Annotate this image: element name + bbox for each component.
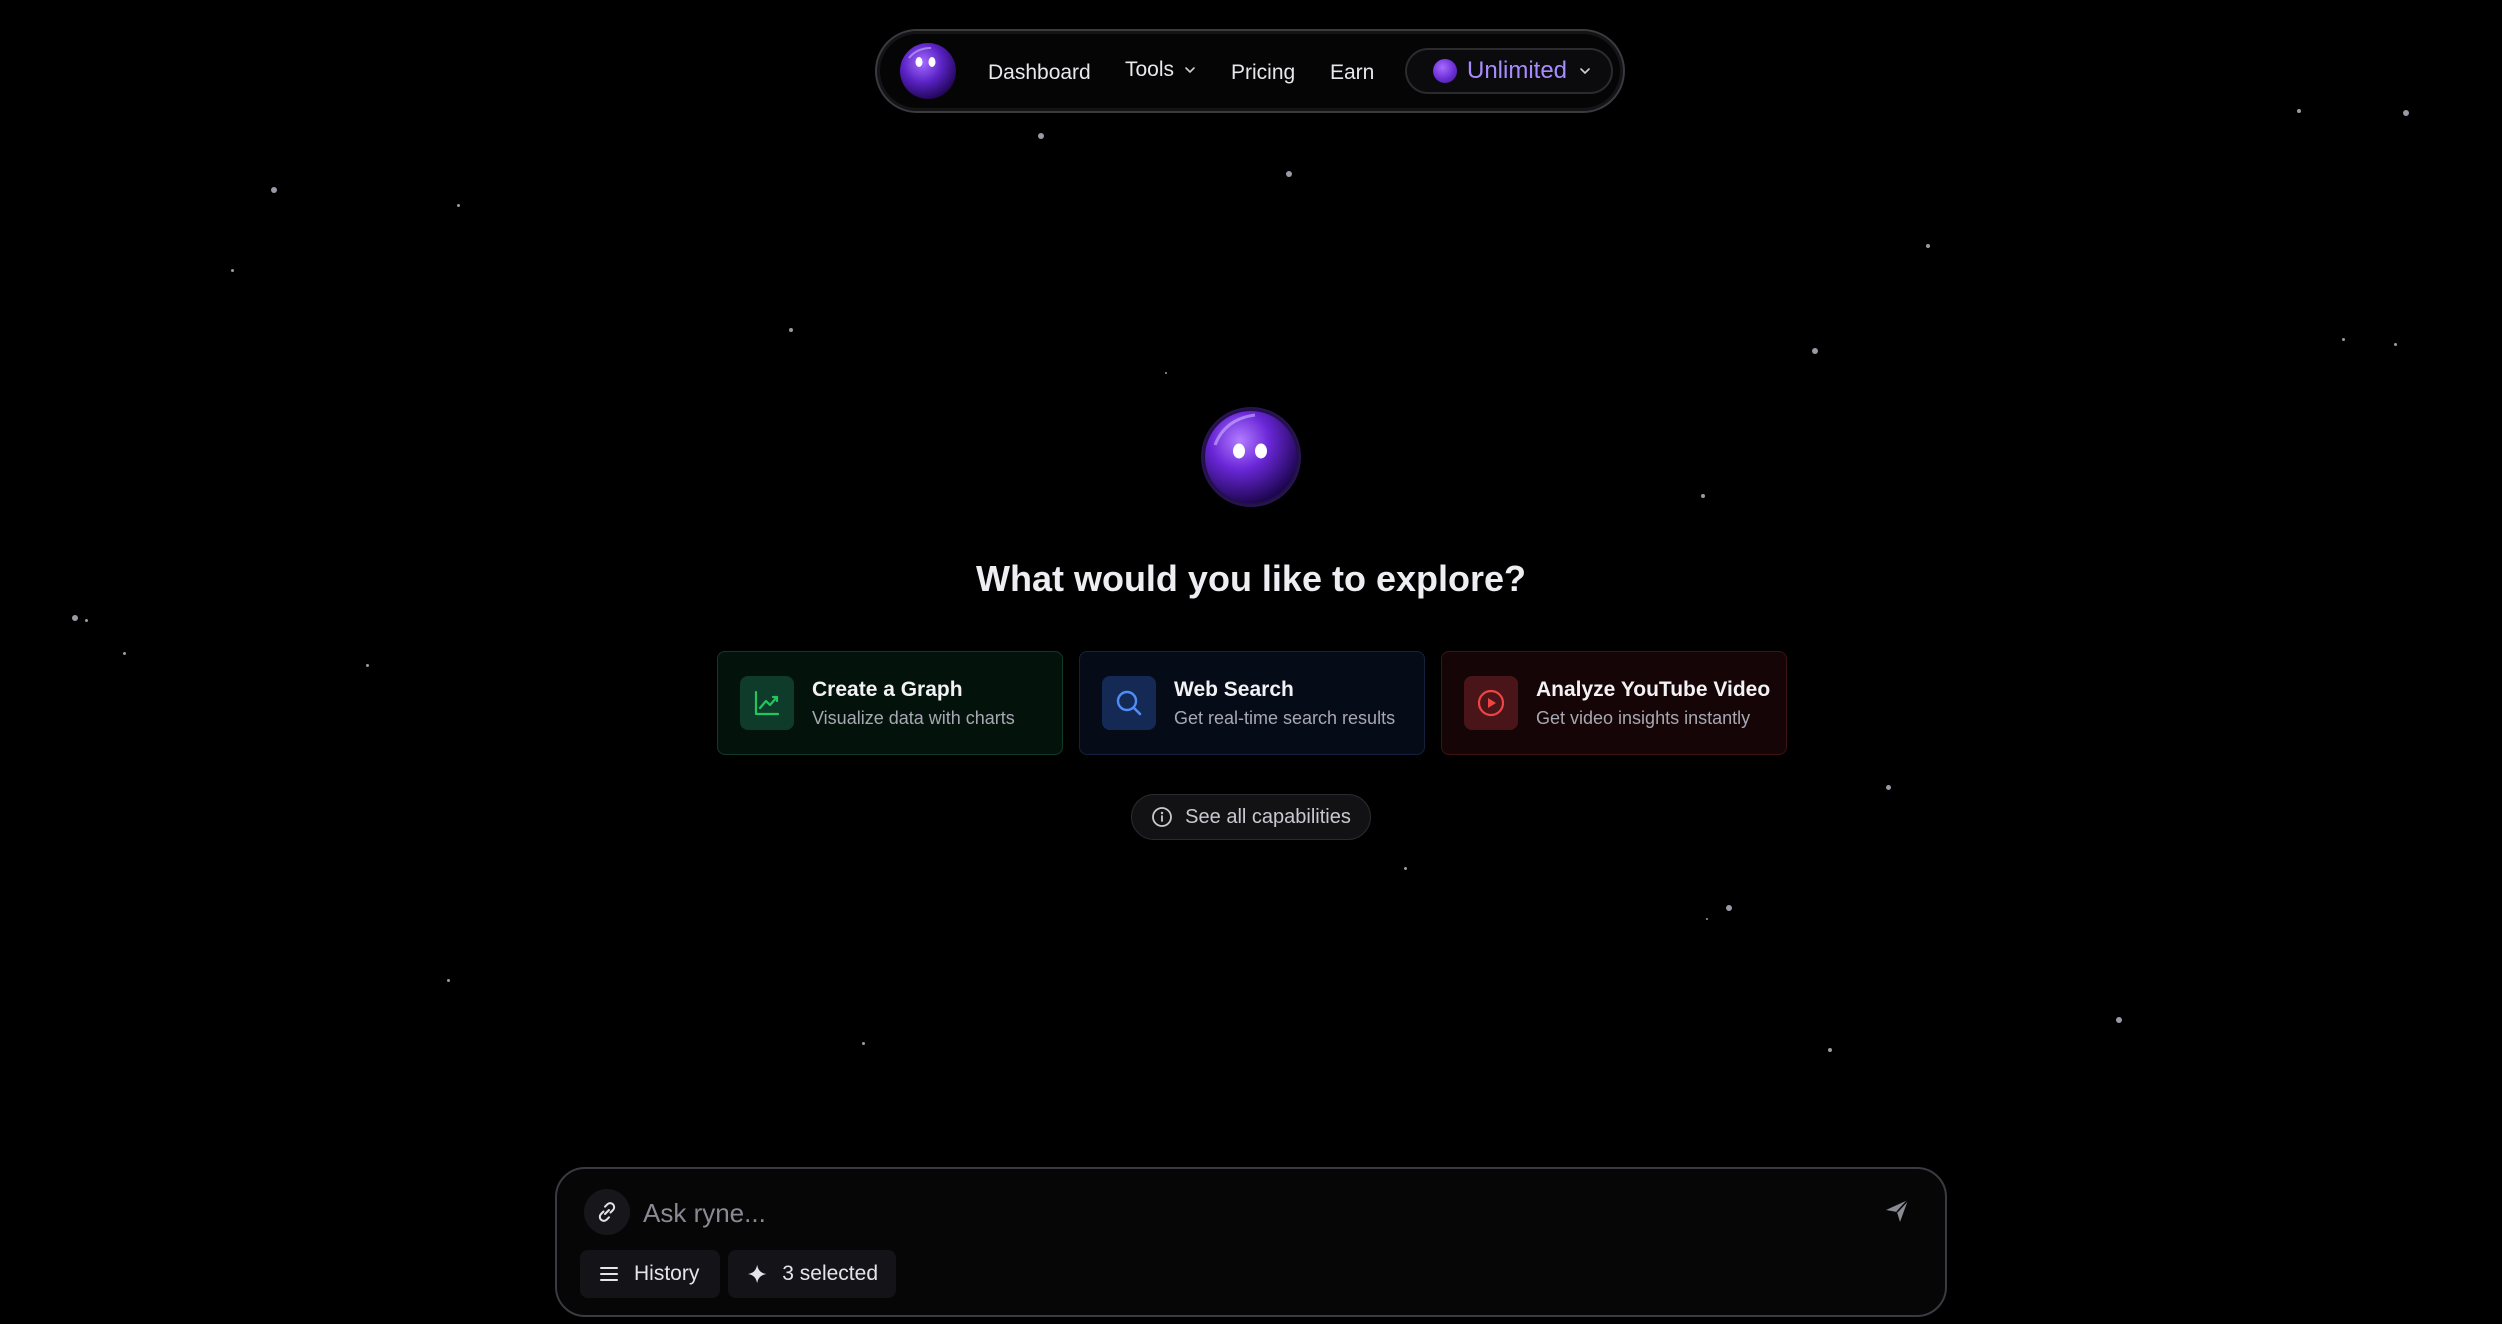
top-nav: Dashboard Tools Pricing Earn Unlimited — [875, 29, 1625, 113]
card-subtitle: Get video insights instantly — [1536, 707, 1751, 728]
card-subtitle: Get real-time search results — [1174, 707, 1396, 728]
info-icon — [1152, 807, 1173, 827]
link-icon — [598, 1202, 616, 1222]
sparkle-icon — [747, 1264, 767, 1284]
card-subtitle: Visualize data with charts — [812, 707, 1015, 728]
history-label: History — [634, 1262, 700, 1285]
card-title: Create a Graph — [812, 677, 963, 701]
history-button[interactable]: History — [580, 1250, 720, 1298]
send-button[interactable] — [1879, 1193, 1915, 1229]
plan-dropdown[interactable]: Unlimited — [1405, 48, 1613, 94]
card-title: Analyze YouTube Video — [1536, 677, 1771, 701]
plan-orb-icon — [1433, 59, 1457, 83]
plan-label: Unlimited — [1467, 57, 1568, 84]
chevron-down-icon — [1580, 68, 1590, 75]
play-circle-icon — [1477, 689, 1505, 717]
card-text: Create a Graph Visualize data with chart… — [812, 678, 1015, 729]
nav-tools-label: Tools — [1125, 58, 1175, 81]
analyze-youtube-card[interactable]: Analyze YouTube Video Get video insights… — [1441, 651, 1787, 755]
search-icon — [1116, 690, 1142, 716]
card-icon-box — [1464, 676, 1518, 730]
send-icon — [1886, 1199, 1909, 1222]
ask-input[interactable] — [641, 1191, 1795, 1235]
nav-pricing-link[interactable]: Pricing — [1231, 61, 1295, 85]
tools-selected-button[interactable]: 3 selected — [728, 1250, 896, 1298]
mascot-orb-icon — [1201, 407, 1301, 507]
card-text: Analyze YouTube Video Get video insights… — [1536, 678, 1770, 729]
card-title: Web Search — [1174, 677, 1294, 701]
page: Dashboard Tools Pricing Earn Unlimited W… — [0, 0, 2502, 1324]
chevron-down-icon — [1185, 67, 1195, 74]
menu-lines-icon — [600, 1267, 618, 1281]
nav-tools-dropdown[interactable]: Tools — [1125, 58, 1198, 82]
chat-composer: History 3 selected — [555, 1167, 1947, 1317]
create-graph-card[interactable]: Create a Graph Visualize data with chart… — [717, 651, 1063, 755]
nav-dashboard-link[interactable]: Dashboard — [988, 61, 1091, 85]
nav-earn-link[interactable]: Earn — [1330, 61, 1374, 85]
card-icon-box — [1102, 676, 1156, 730]
web-search-card[interactable]: Web Search Get real-time search results — [1079, 651, 1425, 755]
logo-orb-icon[interactable] — [897, 40, 959, 102]
card-text: Web Search Get real-time search results — [1174, 678, 1395, 729]
selected-count-label: 3 selected — [782, 1262, 878, 1285]
chart-trend-icon — [754, 690, 780, 716]
attach-link-button[interactable] — [584, 1189, 630, 1235]
see-all-capabilities-button[interactable]: See all capabilities — [1131, 794, 1371, 840]
card-icon-box — [740, 676, 794, 730]
see-all-capabilities-label: See all capabilities — [1185, 805, 1351, 828]
hero-title: What would you like to explore? — [975, 558, 1527, 599]
